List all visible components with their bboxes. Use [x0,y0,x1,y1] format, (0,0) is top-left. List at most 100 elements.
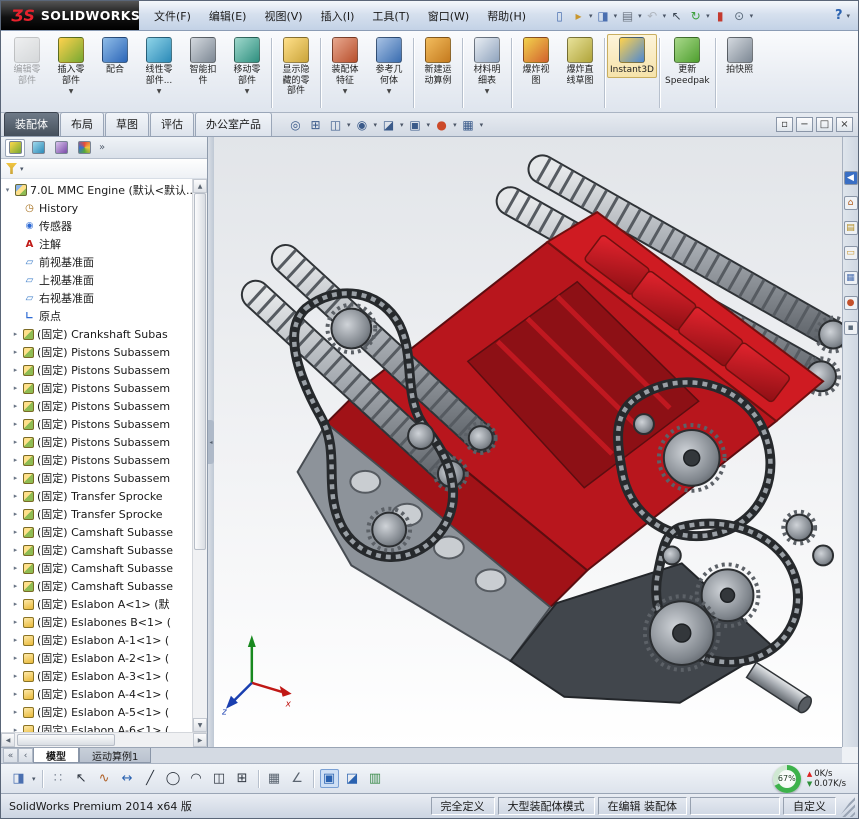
appearances-scenes-icon[interactable]: ● [843,296,858,310]
smart-dimension-icon[interactable]: ↔ [118,769,137,788]
collapse-task-pane-icon[interactable]: ◀ [843,171,858,185]
smart-fasteners-button[interactable]: 智能扣 件 [181,34,225,88]
tree-item[interactable]: ▸ (固定) Eslabon A<1> (默 [1,595,192,613]
expand-icon[interactable]: ▸ [11,366,20,374]
appearances-icon[interactable]: ● [433,116,450,133]
scroll-down-icon[interactable]: ▼ [193,718,207,732]
circle-icon[interactable]: ◯ [164,769,183,788]
custom-properties-icon[interactable]: ▪ [843,321,858,335]
performance-gauge[interactable]: 67% [772,764,801,793]
explode-line-sketch-button[interactable]: 爆炸直 线草图 [558,34,602,88]
section-view-icon[interactable]: ◫ [327,116,344,133]
mirror-icon[interactable]: ◫ [210,769,229,788]
resize-grip[interactable] [839,795,855,817]
command-tab[interactable]: 草图 [105,112,149,136]
tree-item[interactable]: ▸ (固定) Pistons Subassem [1,433,192,451]
command-tab[interactable]: 评估 [150,112,194,136]
chevron-down-icon[interactable]: ▾ [706,12,710,20]
view-palette-icon[interactable]: ▦ [843,271,858,285]
hide-show-items-icon[interactable]: ◉ [354,116,371,133]
chevron-down-icon[interactable]: ▾ [614,12,618,20]
command-tab[interactable]: 装配体 [4,112,59,136]
options-icon[interactable]: ⊙ [731,7,748,24]
expand-icon[interactable]: ▸ [11,636,20,644]
tree-item[interactable]: 右视基准面 [1,289,192,307]
expand-icon[interactable]: ▸ [11,456,20,464]
new-document-icon[interactable]: ▯ [551,7,568,24]
view-orientation-icon[interactable]: ▣ [407,116,424,133]
tree-item[interactable]: ▸ (固定) Eslabon A-4<1> ( [1,685,192,703]
displaymanager-tab[interactable] [74,139,94,157]
save-toolbar-icon[interactable]: ◨ [9,769,28,788]
new-motion-study-button[interactable]: 新建运 动算例 [416,34,460,88]
tree-root-item[interactable]: ▾ 7.0L MMC Engine (默认<默认... [1,181,192,199]
command-tab[interactable]: 办公室产品 [195,112,272,136]
scene-icon[interactable]: ▦ [460,116,477,133]
menu-item[interactable]: 插入(I) [312,4,364,28]
restore-icon[interactable]: □ [816,117,833,132]
expand-icon[interactable]: ▸ [11,528,20,536]
shaded-view-icon[interactable]: ▣ [319,769,339,788]
linear-component-pattern-button[interactable]: 线性零 部件... ▼ [137,34,181,97]
edit-component-button[interactable]: 编辑零 部件 [5,34,49,88]
tree-item[interactable]: History [1,199,192,217]
featuremanager-tab[interactable] [5,138,25,157]
tree-item[interactable]: ▸ (固定) Pistons Subassem [1,415,192,433]
assembly-features-button[interactable]: 装配体 特征 ▼ [323,34,367,97]
linear-pattern-icon[interactable]: ⊞ [233,769,252,788]
expand-icon[interactable]: ▸ [11,618,20,626]
select-arrow-icon[interactable]: ↖ [72,769,91,788]
tree-item[interactable]: ▸ (固定) Transfer Sprocke [1,487,192,505]
scroll-thumb[interactable] [17,734,115,746]
tree-item[interactable]: ▸ (固定) Pistons Subassem [1,397,192,415]
tree-item[interactable]: ▸ (固定) Camshaft Subasse [1,577,192,595]
panel-chevron-icon[interactable]: » [99,142,105,153]
chevron-down-icon[interactable]: ▾ [589,12,593,20]
tree-horizontal-scrollbar[interactable]: ◀ ▶ [1,732,207,747]
grid-icon[interactable]: ▦ [265,769,284,788]
arc-icon[interactable]: ◠ [187,769,206,788]
scroll-right-icon[interactable]: ▶ [193,733,207,747]
expand-icon[interactable]: ▸ [11,492,20,500]
tab-nav-icon[interactable]: « [3,748,18,763]
tree-item[interactable]: ▸ (固定) Pistons Subassem [1,343,192,361]
tree-item[interactable]: ▸ (固定) Eslabon A-5<1> ( [1,703,192,721]
help-icon[interactable]: ? [835,8,843,23]
expand-icon[interactable]: ▸ [11,330,20,338]
tree-item[interactable]: ▸ (固定) Camshaft Subasse [1,559,192,577]
zoom-fit-icon[interactable]: ◎ [287,116,304,133]
menu-item[interactable]: 帮助(H) [478,4,535,28]
expand-icon[interactable]: ▸ [11,384,20,392]
tree-item[interactable]: ▸ (固定) Eslabon A-2<1> ( [1,649,192,667]
exploded-view-button[interactable]: 爆炸视 图 [514,34,558,88]
expand-icon[interactable]: ▸ [11,690,20,698]
file-explorer-icon[interactable]: ▭ [843,246,858,260]
expand-icon[interactable]: ▸ [11,600,20,608]
tree-item[interactable]: ▸ (固定) Camshaft Subasse [1,541,192,559]
chevron-down-icon[interactable]: ▾ [32,775,36,783]
expand-icon[interactable]: ▸ [11,348,20,356]
tree-item[interactable]: 上视基准面 [1,271,192,289]
angle-snap-icon[interactable]: ∠ [288,769,307,788]
chevron-down-icon[interactable]: ▾ [480,121,484,129]
design-library-icon[interactable]: ▤ [843,221,858,235]
chevron-down-icon[interactable]: ▾ [374,121,378,129]
close-icon[interactable]: × [836,117,853,132]
take-snapshot-button[interactable]: 拍快照 [718,34,762,78]
chevron-down-icon[interactable]: ▾ [400,121,404,129]
study-tab[interactable]: 模型 [33,748,79,763]
display-style-icon[interactable]: ◪ [380,116,397,133]
sketch-icon[interactable]: ∿ [95,769,114,788]
scroll-left-icon[interactable]: ◀ [1,733,15,747]
tree-item[interactable]: ▸ (固定) Camshaft Subasse [1,523,192,541]
tree-item[interactable]: 原点 [1,307,192,325]
expand-icon[interactable]: ▸ [11,510,20,518]
mate-button[interactable]: 配合 [93,34,137,78]
tree-item[interactable]: ▸ (固定) Eslabon A-6<1> ( [1,721,192,732]
tree-item[interactable]: 前视基准面 [1,253,192,271]
chevron-down-icon[interactable]: ▾ [663,12,667,20]
motion-chart-icon[interactable]: ▥ [366,769,385,788]
rebuild-icon[interactable]: ↻ [687,7,704,24]
scroll-thumb[interactable] [194,193,206,550]
open-icon[interactable]: ▸ [570,7,587,24]
